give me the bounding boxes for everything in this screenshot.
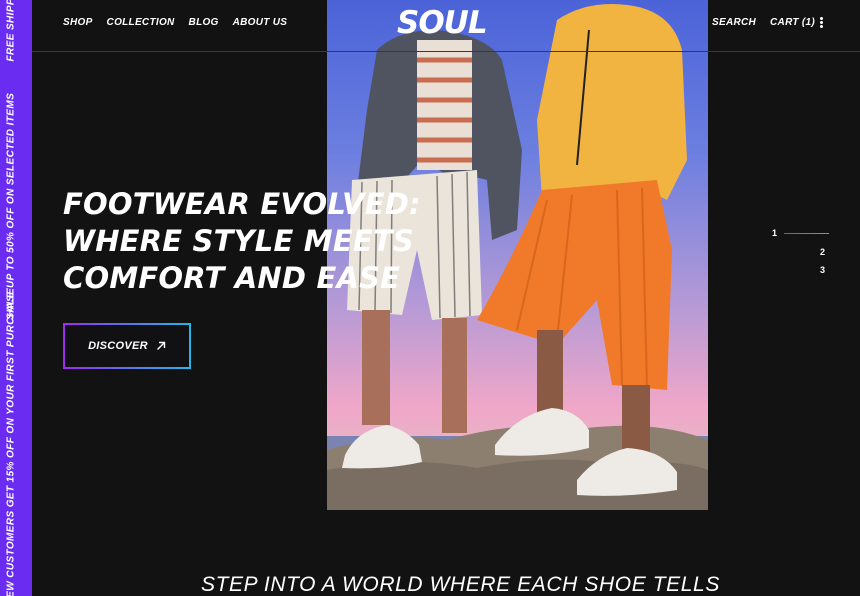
pager-item-2[interactable]: 2 [820, 247, 825, 257]
landing-page: FREE SHIPPING SALE UP TO 50% OFF ON SELE… [0, 0, 860, 596]
arrow-up-right-icon [156, 341, 166, 350]
search-link[interactable]: SEARCH [712, 17, 756, 28]
promo-sale: SALE UP TO 50% OFF ON SELECTED ITEMS [5, 92, 17, 320]
headline-line: COMFORT AND EASE [63, 261, 401, 295]
promo-first-purchase: NEW CUSTOMERS GET 15% OFF ON YOUR FIRST … [5, 287, 17, 596]
primary-nav: SHOP COLLECTION BLOG ABOUT US [63, 17, 287, 28]
cart-link[interactable]: CART (1) [770, 17, 815, 28]
pager-active-indicator [784, 233, 829, 234]
site-header: SHOP COLLECTION BLOG ABOUT US SOUL SEARC… [32, 0, 860, 52]
section-tagline: STEP INTO A WORLD WHERE EACH SHOE TELLS [201, 573, 720, 596]
utility-nav: SEARCH CART (1) [712, 17, 815, 28]
brand-logo[interactable]: SOUL [397, 5, 488, 41]
promo-rail: FREE SHIPPING SALE UP TO 50% OFF ON SELE… [0, 0, 32, 596]
discover-button[interactable]: DISCOVER [63, 323, 191, 369]
slide-pager: 1 2 3 [772, 228, 832, 278]
discover-label: DISCOVER [88, 340, 148, 352]
nav-shop[interactable]: SHOP [63, 17, 93, 28]
hero-headline: FOOTWEAR EVOLVED: WHERE STYLE MEETS COMF… [63, 186, 483, 297]
pager-item-3[interactable]: 3 [820, 265, 825, 275]
nav-blog[interactable]: BLOG [189, 17, 219, 28]
nav-about-us[interactable]: ABOUT US [233, 17, 288, 28]
nav-collection[interactable]: COLLECTION [107, 17, 175, 28]
headline-line: WHERE STYLE MEETS [63, 224, 414, 258]
pager-item-1[interactable]: 1 [772, 228, 777, 238]
headline-line: FOOTWEAR EVOLVED: [63, 187, 421, 221]
kebab-menu-icon[interactable] [818, 17, 824, 29]
promo-free-shipping: FREE SHIPPING [5, 0, 17, 62]
